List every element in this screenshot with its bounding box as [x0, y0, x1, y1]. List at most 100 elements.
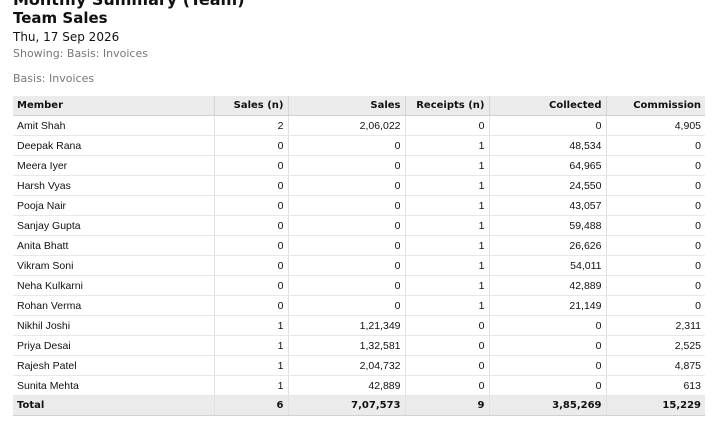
cell-commission: 0: [606, 295, 705, 316]
table-row: Deepak Rana 0 0 1 48,534 0: [13, 135, 705, 156]
cell-member: Neha Kulkarni: [13, 275, 215, 296]
sales-table: Member Sales (n) Sales Receipts (n) Collecte…: [13, 96, 705, 416]
cell-member: Anita Bhatt: [13, 235, 215, 256]
cell-collected: 21,149: [489, 295, 607, 316]
total-sales-amount: 7,07,573: [288, 395, 406, 416]
cell-sales-amount: 2,06,022: [288, 115, 406, 136]
cell-collected: 0: [489, 315, 607, 336]
cell-collected: 64,965: [489, 155, 607, 176]
cell-sales-amount: 0: [288, 135, 406, 156]
table-row: Vikram Soni 0 0 1 54,011 0: [13, 255, 705, 276]
basis-label: Basis: Invoices: [13, 72, 95, 85]
cell-sales-amount: 0: [288, 155, 406, 176]
table-row: Priya Desai 1 1,32,581 0 0 2,525: [13, 335, 705, 356]
cell-collected: 43,057: [489, 195, 607, 216]
cell-sales-amount: 1,32,581: [288, 335, 406, 356]
cell-sales-amount: 2,04,732: [288, 355, 406, 376]
table-row: Nikhil Joshi 1 1,21,349 0 0 2,311: [13, 315, 705, 336]
cell-collected: 0: [489, 335, 607, 356]
table-row: Sanjay Gupta 0 0 1 59,488 0: [13, 215, 705, 236]
table-row: Anita Bhatt 0 0 1 26,626 0: [13, 235, 705, 256]
total-member: Total: [13, 395, 215, 416]
cell-sales-amount: 0: [288, 295, 406, 316]
cell-collected: 0: [489, 355, 607, 376]
report-title: Team Sales: [13, 9, 108, 27]
cell-sales-count: 2: [214, 115, 289, 136]
cell-receipts-count: 1: [405, 195, 490, 216]
cell-commission: 0: [606, 175, 705, 196]
report-date: Thu, 17 Sep 2026: [13, 30, 120, 44]
cell-receipts-count: 1: [405, 215, 490, 236]
cell-member: Deepak Rana: [13, 135, 215, 156]
cell-receipts-count: 1: [405, 175, 490, 196]
cell-receipts-count: 0: [405, 335, 490, 356]
total-commission: 15,229: [606, 395, 705, 416]
cell-receipts-count: 1: [405, 135, 490, 156]
column-header-commission: Commission: [606, 96, 705, 116]
cell-sales-count: 0: [214, 135, 289, 156]
table-row: Pooja Nair 0 0 1 43,057 0: [13, 195, 705, 216]
cell-sales-amount: 42,889: [288, 375, 406, 396]
cell-receipts-count: 1: [405, 275, 490, 296]
cell-member: Priya Desai: [13, 335, 215, 356]
cell-commission: 2,525: [606, 335, 705, 356]
table-row: Rohan Verma 0 0 1 21,149 0: [13, 295, 705, 316]
table-row: Harsh Vyas 0 0 1 24,550 0: [13, 175, 705, 196]
total-collected: 3,85,269: [489, 395, 607, 416]
cell-sales-amount: 0: [288, 195, 406, 216]
table-body: Amit Shah 2 2,06,022 0 0 4,905 Deepak Rana 0 0 1 4…: [13, 115, 705, 416]
cell-receipts-count: 1: [405, 235, 490, 256]
cell-commission: 613: [606, 375, 705, 396]
cell-member: Sanjay Gupta: [13, 215, 215, 236]
cell-collected: 24,550: [489, 175, 607, 196]
column-header-sales-count: Sales (n): [214, 96, 289, 116]
cell-commission: 2,311: [606, 315, 705, 336]
cell-sales-count: 0: [214, 295, 289, 316]
cell-sales-count: 0: [214, 235, 289, 256]
cell-receipts-count: 0: [405, 355, 490, 376]
cell-collected: 48,534: [489, 135, 607, 156]
column-header-receipts-count: Receipts (n): [405, 96, 490, 116]
cell-receipts-count: 1: [405, 295, 490, 316]
cell-member: Harsh Vyas: [13, 175, 215, 196]
cell-member: Meera Iyer: [13, 155, 215, 176]
cell-collected: 0: [489, 375, 607, 396]
header-row: Member Sales (n) Sales Receipts (n) Collecte…: [13, 96, 705, 116]
cell-sales-count: 1: [214, 355, 289, 376]
cell-sales-count: 0: [214, 255, 289, 276]
cell-commission: 0: [606, 235, 705, 256]
table-row: Sunita Mehta 1 42,889 0 0 613: [13, 375, 705, 396]
cell-sales-count: 0: [214, 195, 289, 216]
cell-member: Vikram Soni: [13, 255, 215, 276]
filter-summary: Showing: Basis: Invoices: [13, 47, 148, 60]
cell-receipts-count: 1: [405, 155, 490, 176]
cell-sales-count: 1: [214, 335, 289, 356]
cell-commission: 4,875: [606, 355, 705, 376]
cell-commission: 0: [606, 275, 705, 296]
table-row: Amit Shah 2 2,06,022 0 0 4,905: [13, 115, 705, 136]
report-page: Monthly Summary (Team) Team Sales Thu, 1…: [0, 0, 720, 440]
cell-sales-amount: 0: [288, 235, 406, 256]
cell-member: Nikhil Joshi: [13, 315, 215, 336]
table-header: Member Sales (n) Sales Receipts (n) Collecte…: [13, 96, 705, 116]
cell-commission: 0: [606, 255, 705, 276]
cell-member: Amit Shah: [13, 115, 215, 136]
cell-collected: 42,889: [489, 275, 607, 296]
table-row: Rajesh Patel 1 2,04,732 0 0 4,875: [13, 355, 705, 376]
cell-receipts-count: 1: [405, 255, 490, 276]
total-sales-count: 6: [214, 395, 289, 416]
column-header-sales-amount: Sales: [288, 96, 406, 116]
cell-commission: 0: [606, 155, 705, 176]
column-header-member: Member: [13, 96, 215, 116]
table-row: Neha Kulkarni 0 0 1 42,889 0: [13, 275, 705, 296]
cell-receipts-count: 0: [405, 115, 490, 136]
cell-collected: 0: [489, 115, 607, 136]
cell-sales-count: 0: [214, 215, 289, 236]
cell-collected: 54,011: [489, 255, 607, 276]
cell-member: Rohan Verma: [13, 295, 215, 316]
cell-sales-amount: 0: [288, 215, 406, 236]
cell-sales-count: 0: [214, 275, 289, 296]
cell-collected: 26,626: [489, 235, 607, 256]
total-row: Total 6 7,07,573 9 3,85,269 15,229: [13, 395, 705, 416]
cell-member: Sunita Mehta: [13, 375, 215, 396]
